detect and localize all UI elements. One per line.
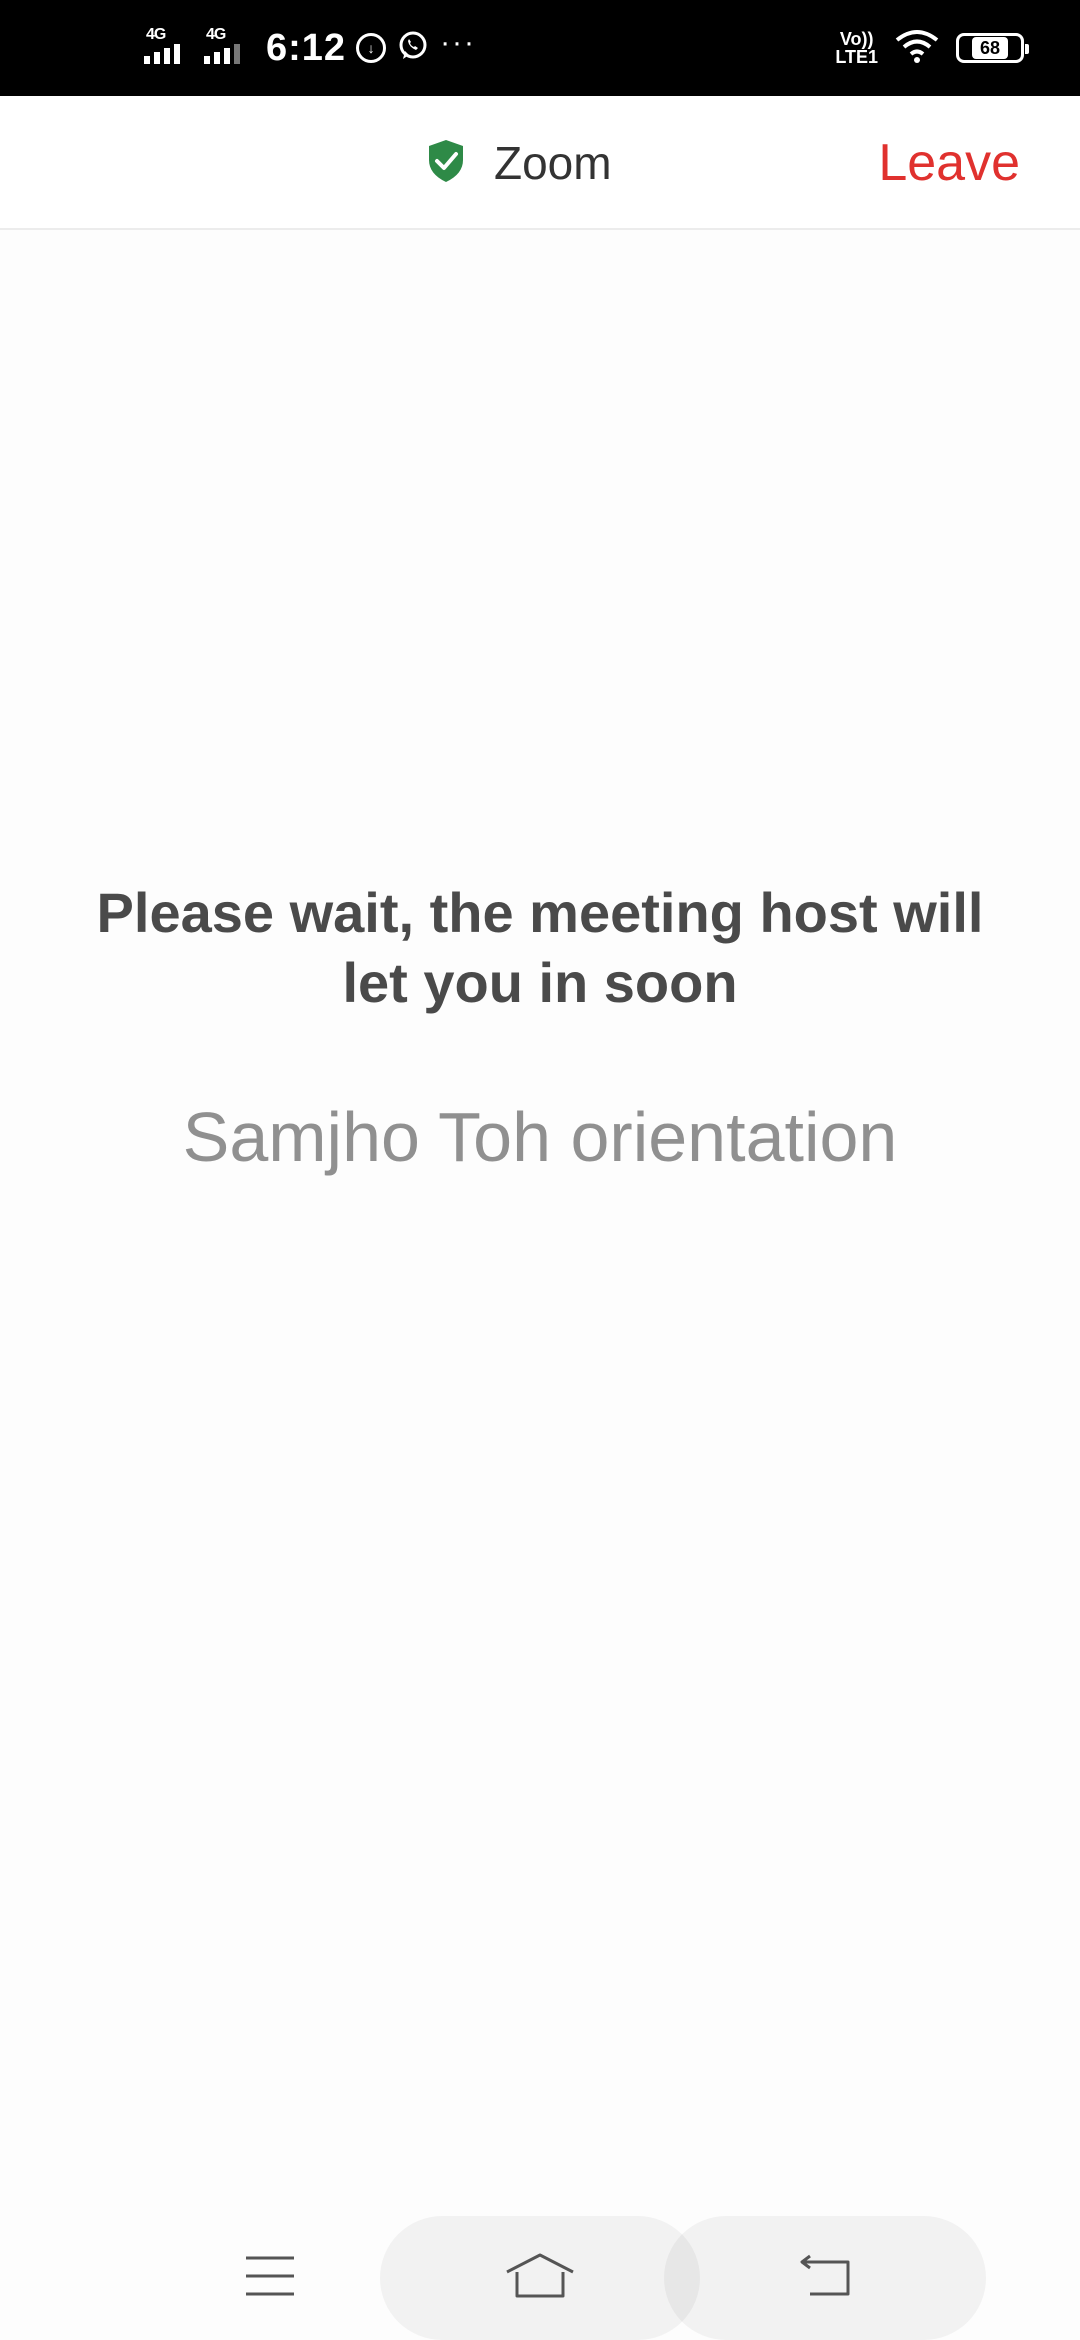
network-type-2: 4G bbox=[206, 26, 226, 43]
home-icon bbox=[505, 2252, 575, 2305]
waiting-message: Please wait, the meeting host will let y… bbox=[96, 881, 984, 1014]
volte-indicator: Vo)) LTE1 bbox=[835, 29, 878, 67]
status-bar: 4G 4G 6:12 ↓ ··· Vo)) LTE1 68 bbox=[0, 0, 1080, 96]
header-title: Zoom bbox=[426, 96, 612, 230]
screen: 4G 4G 6:12 ↓ ··· Vo)) LTE1 68 Zoom Leave… bbox=[0, 0, 1080, 2340]
signal-1-icon: 4G bbox=[140, 26, 190, 68]
app-title: Zoom bbox=[494, 137, 612, 189]
more-notifications-icon: ··· bbox=[440, 26, 477, 59]
data-saver-icon: ↓ bbox=[356, 33, 387, 63]
leave-button[interactable]: Leave bbox=[878, 96, 1020, 230]
clock: 6:12 bbox=[266, 26, 347, 69]
app-header: Zoom Leave bbox=[0, 96, 1080, 230]
back-icon bbox=[798, 2254, 852, 2303]
wifi-icon bbox=[894, 28, 940, 69]
signal-2-icon: 4G bbox=[200, 26, 250, 68]
battery-icon: 68 bbox=[956, 33, 1029, 63]
status-left: 4G 4G 6:12 ↓ ··· bbox=[140, 0, 476, 96]
battery-level: 68 bbox=[971, 37, 1009, 59]
back-button[interactable] bbox=[755, 2216, 895, 2340]
menu-button[interactable] bbox=[200, 2216, 340, 2340]
shield-check-icon bbox=[426, 138, 466, 189]
network-type-1: 4G bbox=[146, 26, 166, 43]
whatsapp-icon bbox=[396, 29, 430, 68]
status-right: Vo)) LTE1 68 bbox=[835, 0, 1029, 96]
meeting-name: Samjho Toh orientation bbox=[182, 1098, 898, 1176]
menu-icon bbox=[244, 2254, 296, 2303]
home-button[interactable] bbox=[470, 2216, 610, 2340]
navigation-bar bbox=[0, 2210, 1080, 2340]
